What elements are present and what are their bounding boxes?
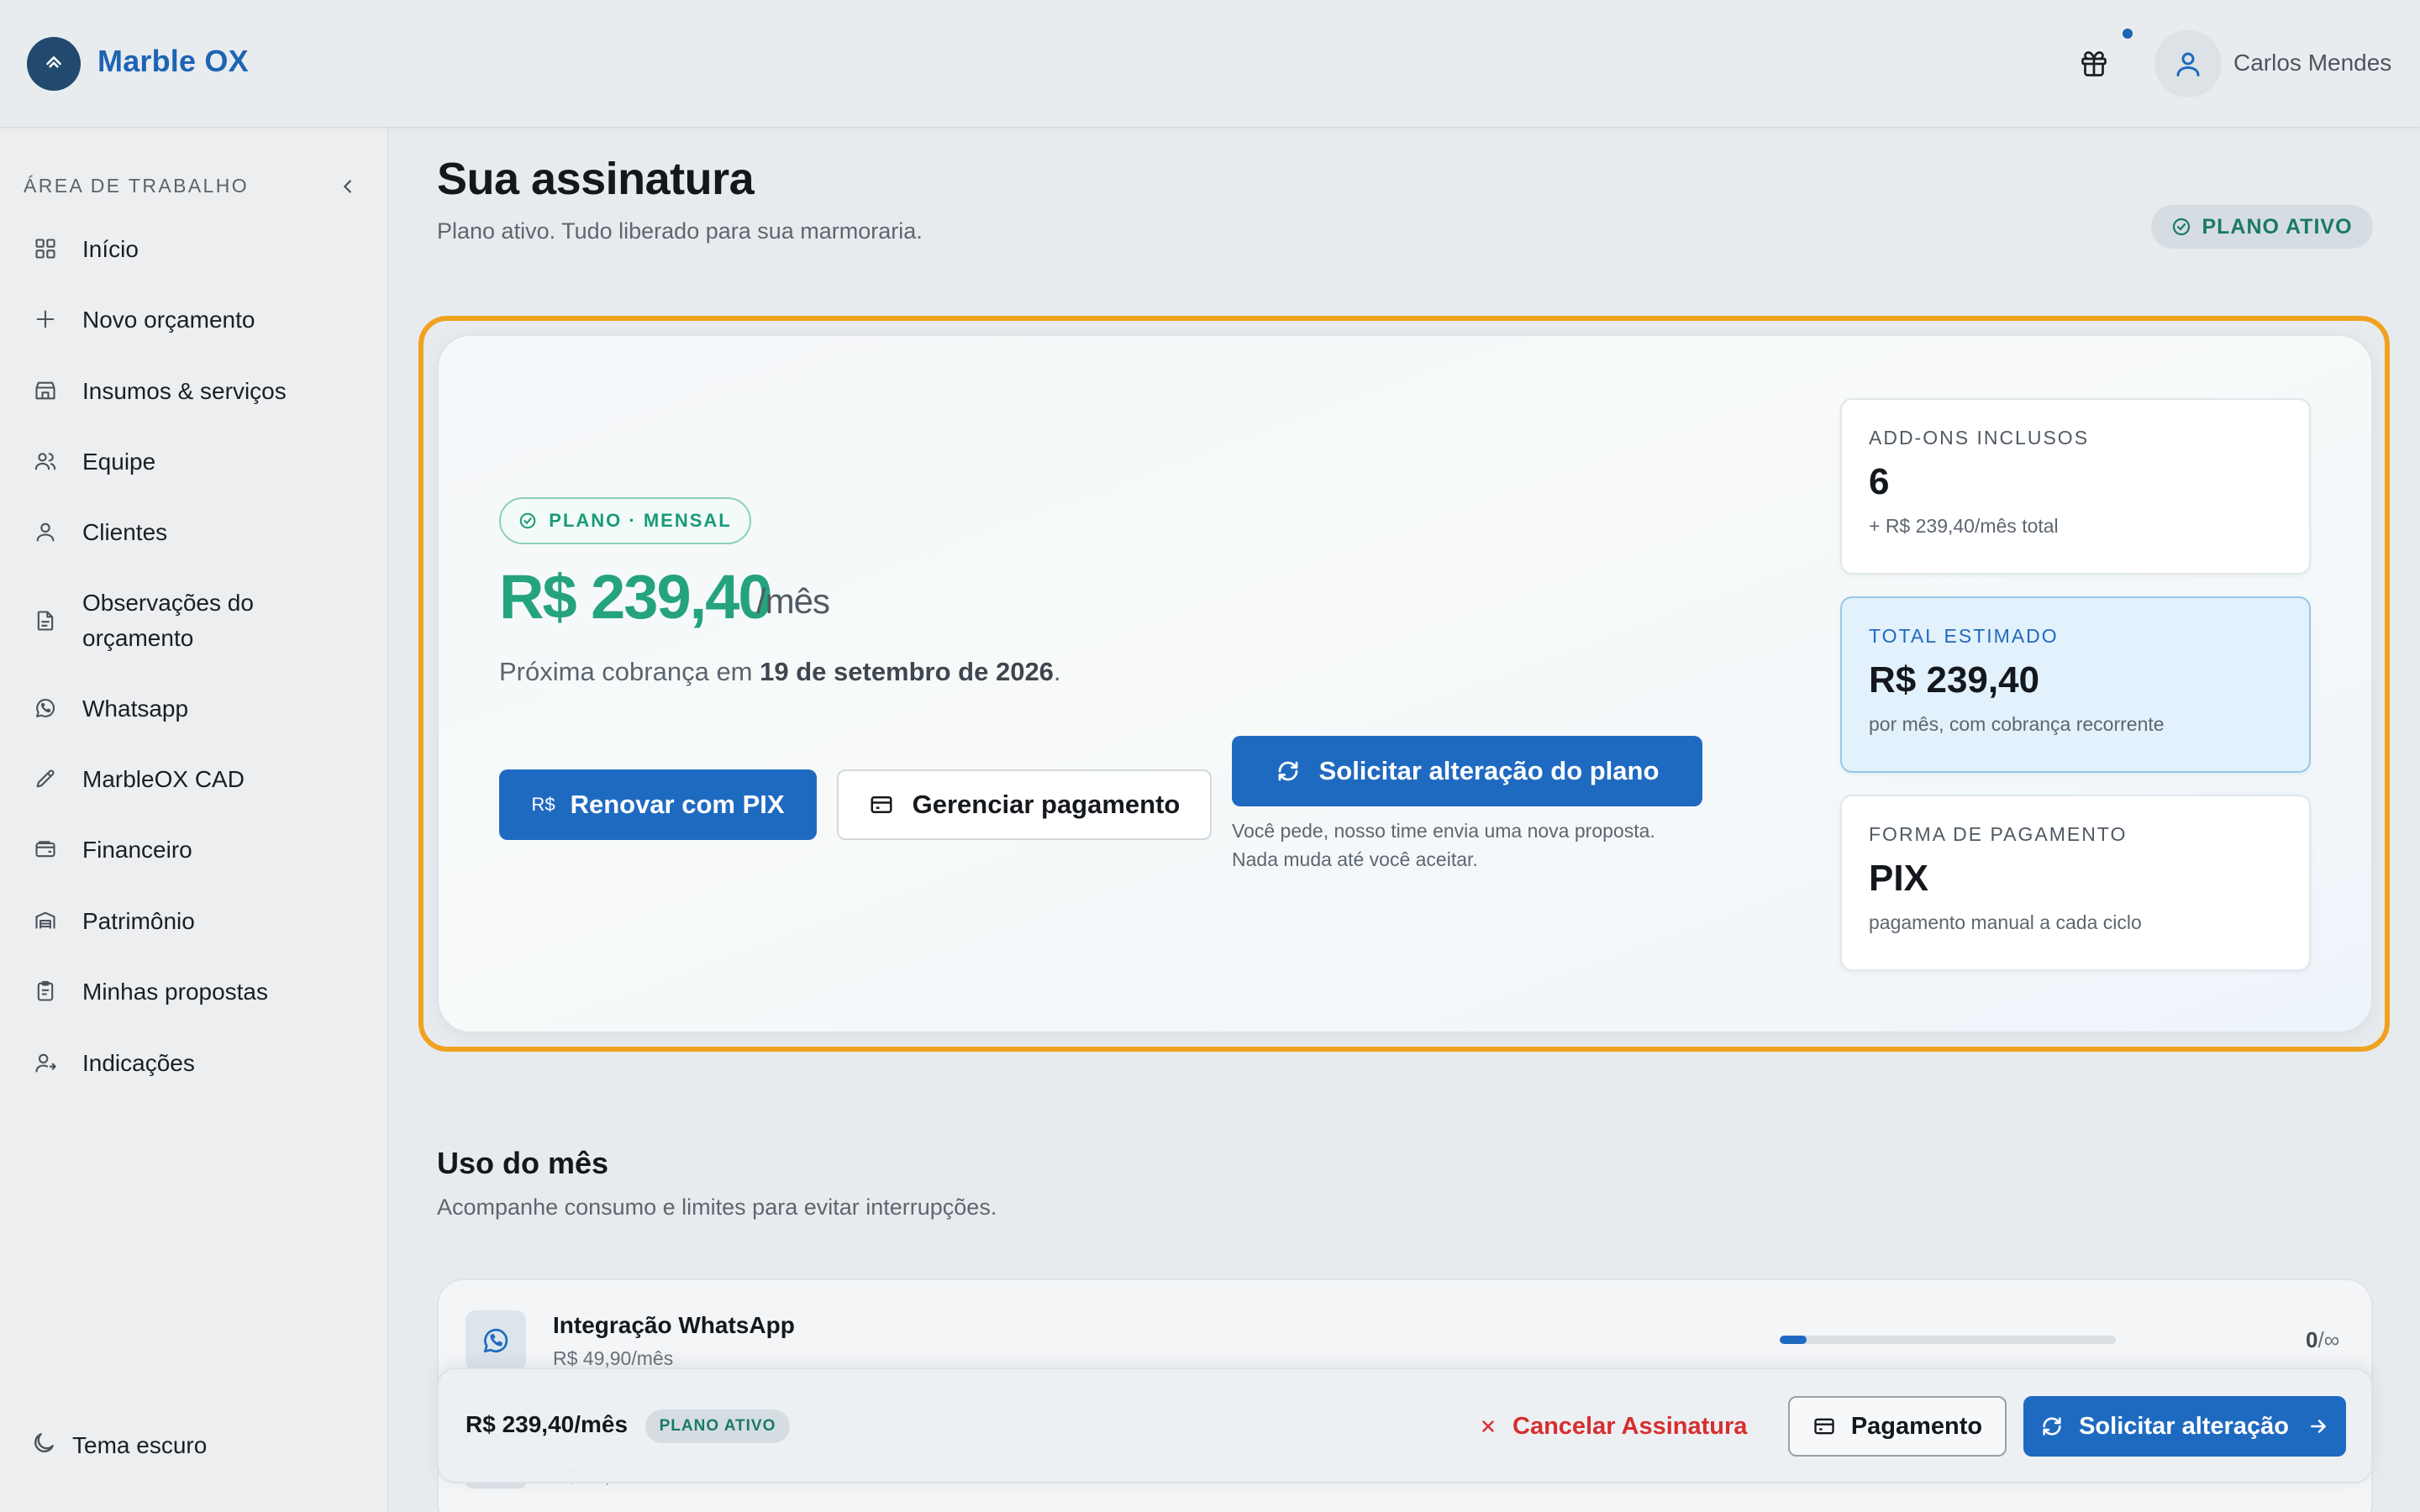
usage-subtitle: Acompanhe consumo e limites para evitar … [437, 1194, 997, 1220]
warehouse-icon [34, 904, 67, 937]
sidebar-item-label: Observações do orçamento [82, 590, 254, 651]
arrow-right-icon [2307, 1415, 2329, 1437]
brand-name[interactable]: Marble OX [97, 44, 249, 79]
sidebar-item-cad[interactable]: MarbleOX CAD [34, 762, 370, 797]
theme-toggle-label: Tema escuro [72, 1431, 208, 1458]
payment-button[interactable]: Pagamento [1788, 1396, 2007, 1457]
refresh-icon [1278, 761, 1297, 781]
usage-item-name: Integração WhatsApp [553, 1312, 795, 1338]
whatsapp-icon [34, 691, 67, 725]
total-estimate-card: TOTAL ESTIMADO R$ 239,40 por mês, com co… [1840, 596, 2311, 773]
sidebar-item-insumos[interactable]: Insumos & serviços [34, 374, 370, 409]
wallet-icon [34, 832, 67, 866]
plus-icon [34, 302, 67, 336]
sidebar-item-label: Patrimônio [82, 908, 195, 934]
sidebar-item-label: Minhas propostas [82, 979, 269, 1005]
stat-value: PIX [1869, 858, 1928, 899]
credit-card-icon [1814, 1418, 1834, 1435]
sidebar-item-inicio[interactable]: Início [34, 232, 370, 267]
change-plan-button[interactable]: Solicitar alteração do plano [1232, 736, 1702, 806]
sidebar: ÁREA DE TRABALHO Início Novo orçamento I… [0, 128, 388, 1512]
check-circle-icon [2173, 218, 2191, 236]
credit-card-icon [871, 796, 892, 813]
sidebar-item-propostas[interactable]: Minhas propostas [34, 974, 370, 1010]
store-icon [34, 374, 67, 407]
sidebar-item-patrimonio[interactable]: Patrimônio [34, 904, 370, 939]
usage-item-price: R$ 49,90/mês [553, 1347, 674, 1369]
stat-label: ADD-ONS INCLUSOS [1869, 427, 2090, 449]
sidebar-item-novo-orcamento[interactable]: Novo orçamento [34, 302, 370, 338]
sidebar-item-label: Insumos & serviços [82, 378, 287, 404]
user-share-icon [34, 1046, 67, 1079]
sidebar-item-financeiro[interactable]: Financeiro [34, 832, 370, 868]
sidebar-item-label: Whatsapp [82, 696, 189, 722]
chevron-left-icon[interactable] [336, 175, 360, 198]
sidebar-item-indicacoes[interactable]: Indicações [34, 1046, 370, 1081]
sidebar-item-observacoes[interactable]: Observações do orçamento [34, 585, 370, 656]
sidebar-item-equipe[interactable]: Equipe [34, 444, 370, 480]
addons-card: ADD-ONS INCLUSOS 6 + R$ 239,40/mês total [1840, 398, 2311, 575]
request-change-button[interactable]: Solicitar alteração [2023, 1396, 2346, 1457]
payment-method-card: FORMA DE PAGAMENTO PIX pagamento manual … [1840, 795, 2311, 971]
dark-theme-toggle[interactable]: Tema escuro [30, 1430, 207, 1461]
clipboard-icon [34, 974, 67, 1008]
gift-icon[interactable] [2077, 47, 2111, 81]
avatar[interactable] [2154, 30, 2222, 97]
pencil-icon [34, 762, 67, 795]
renew-pix-button[interactable]: R$ Renovar com PIX [499, 769, 817, 840]
page-subtitle: Plano ativo. Tudo liberado para sua marm… [437, 218, 923, 244]
bottom-bar-price: R$ 239,40/mês [466, 1411, 629, 1437]
usage-title: Uso do mês [437, 1146, 609, 1180]
user-icon [34, 515, 67, 549]
usage-count: 0/∞ [2306, 1327, 2340, 1352]
sidebar-item-whatsapp[interactable]: Whatsapp [34, 691, 370, 727]
notification-dot [2123, 29, 2133, 39]
status-badge: PLANO ATIVO [645, 1410, 790, 1443]
refresh-icon [2040, 1415, 2064, 1438]
change-plan-note: Você pede, nosso time envia uma nova pro… [1232, 820, 1655, 870]
moon-icon [30, 1430, 57, 1461]
logo-icon[interactable] [27, 37, 81, 91]
top-header: Marble OX Carlos Mendes [0, 0, 2420, 128]
whatsapp-icon [466, 1310, 526, 1371]
sidebar-item-label: Financeiro [82, 837, 192, 863]
sidebar-item-label: Novo orçamento [82, 307, 255, 333]
sidebar-item-label: MarbleOX CAD [82, 766, 245, 792]
usage-progress-fill [1780, 1336, 1807, 1344]
manage-payment-button[interactable]: Gerenciar pagamento [837, 769, 1212, 840]
stat-value: R$ 239,40 [1869, 659, 2040, 701]
status-badge: PLANO ATIVO [2151, 205, 2373, 249]
cancel-subscription-button[interactable]: Cancelar Assinatura [1479, 1408, 1747, 1445]
grid-icon [34, 232, 67, 265]
stat-label: TOTAL ESTIMADO [1869, 625, 2059, 647]
usage-progress-bar [1780, 1336, 2116, 1344]
user-name[interactable]: Carlos Mendes [2233, 50, 2391, 76]
users-icon [34, 444, 67, 478]
stat-sub: pagamento manual a cada ciclo [1869, 911, 2142, 933]
close-icon [1482, 1420, 1494, 1432]
page-title: Sua assinatura [437, 154, 755, 204]
plan-price-unit: /mês [756, 581, 830, 621]
plan-price: R$ 239,40 [499, 562, 772, 632]
sidebar-item-clientes[interactable]: Clientes [34, 515, 370, 550]
plan-badge: PLANO · MENSAL [499, 497, 751, 544]
sidebar-item-label: Indicações [82, 1050, 195, 1076]
sidebar-item-label: Equipe [82, 449, 156, 475]
currency-icon: R$ [531, 794, 555, 815]
sidebar-item-label: Início [82, 236, 139, 262]
file-text-icon [34, 604, 67, 638]
sidebar-section-label: ÁREA DE TRABALHO [24, 175, 250, 197]
stat-value: 6 [1869, 461, 1890, 502]
stat-label: FORMA DE PAGAMENTO [1869, 823, 2128, 845]
stat-sub: + R$ 239,40/mês total [1869, 515, 2059, 537]
next-charge-text: Próxima cobrança em 19 de setembro de 20… [499, 657, 1061, 686]
check-circle-icon [520, 512, 536, 529]
stat-sub: por mês, com cobrança recorrente [1869, 713, 2165, 735]
sidebar-item-label: Clientes [82, 519, 168, 545]
